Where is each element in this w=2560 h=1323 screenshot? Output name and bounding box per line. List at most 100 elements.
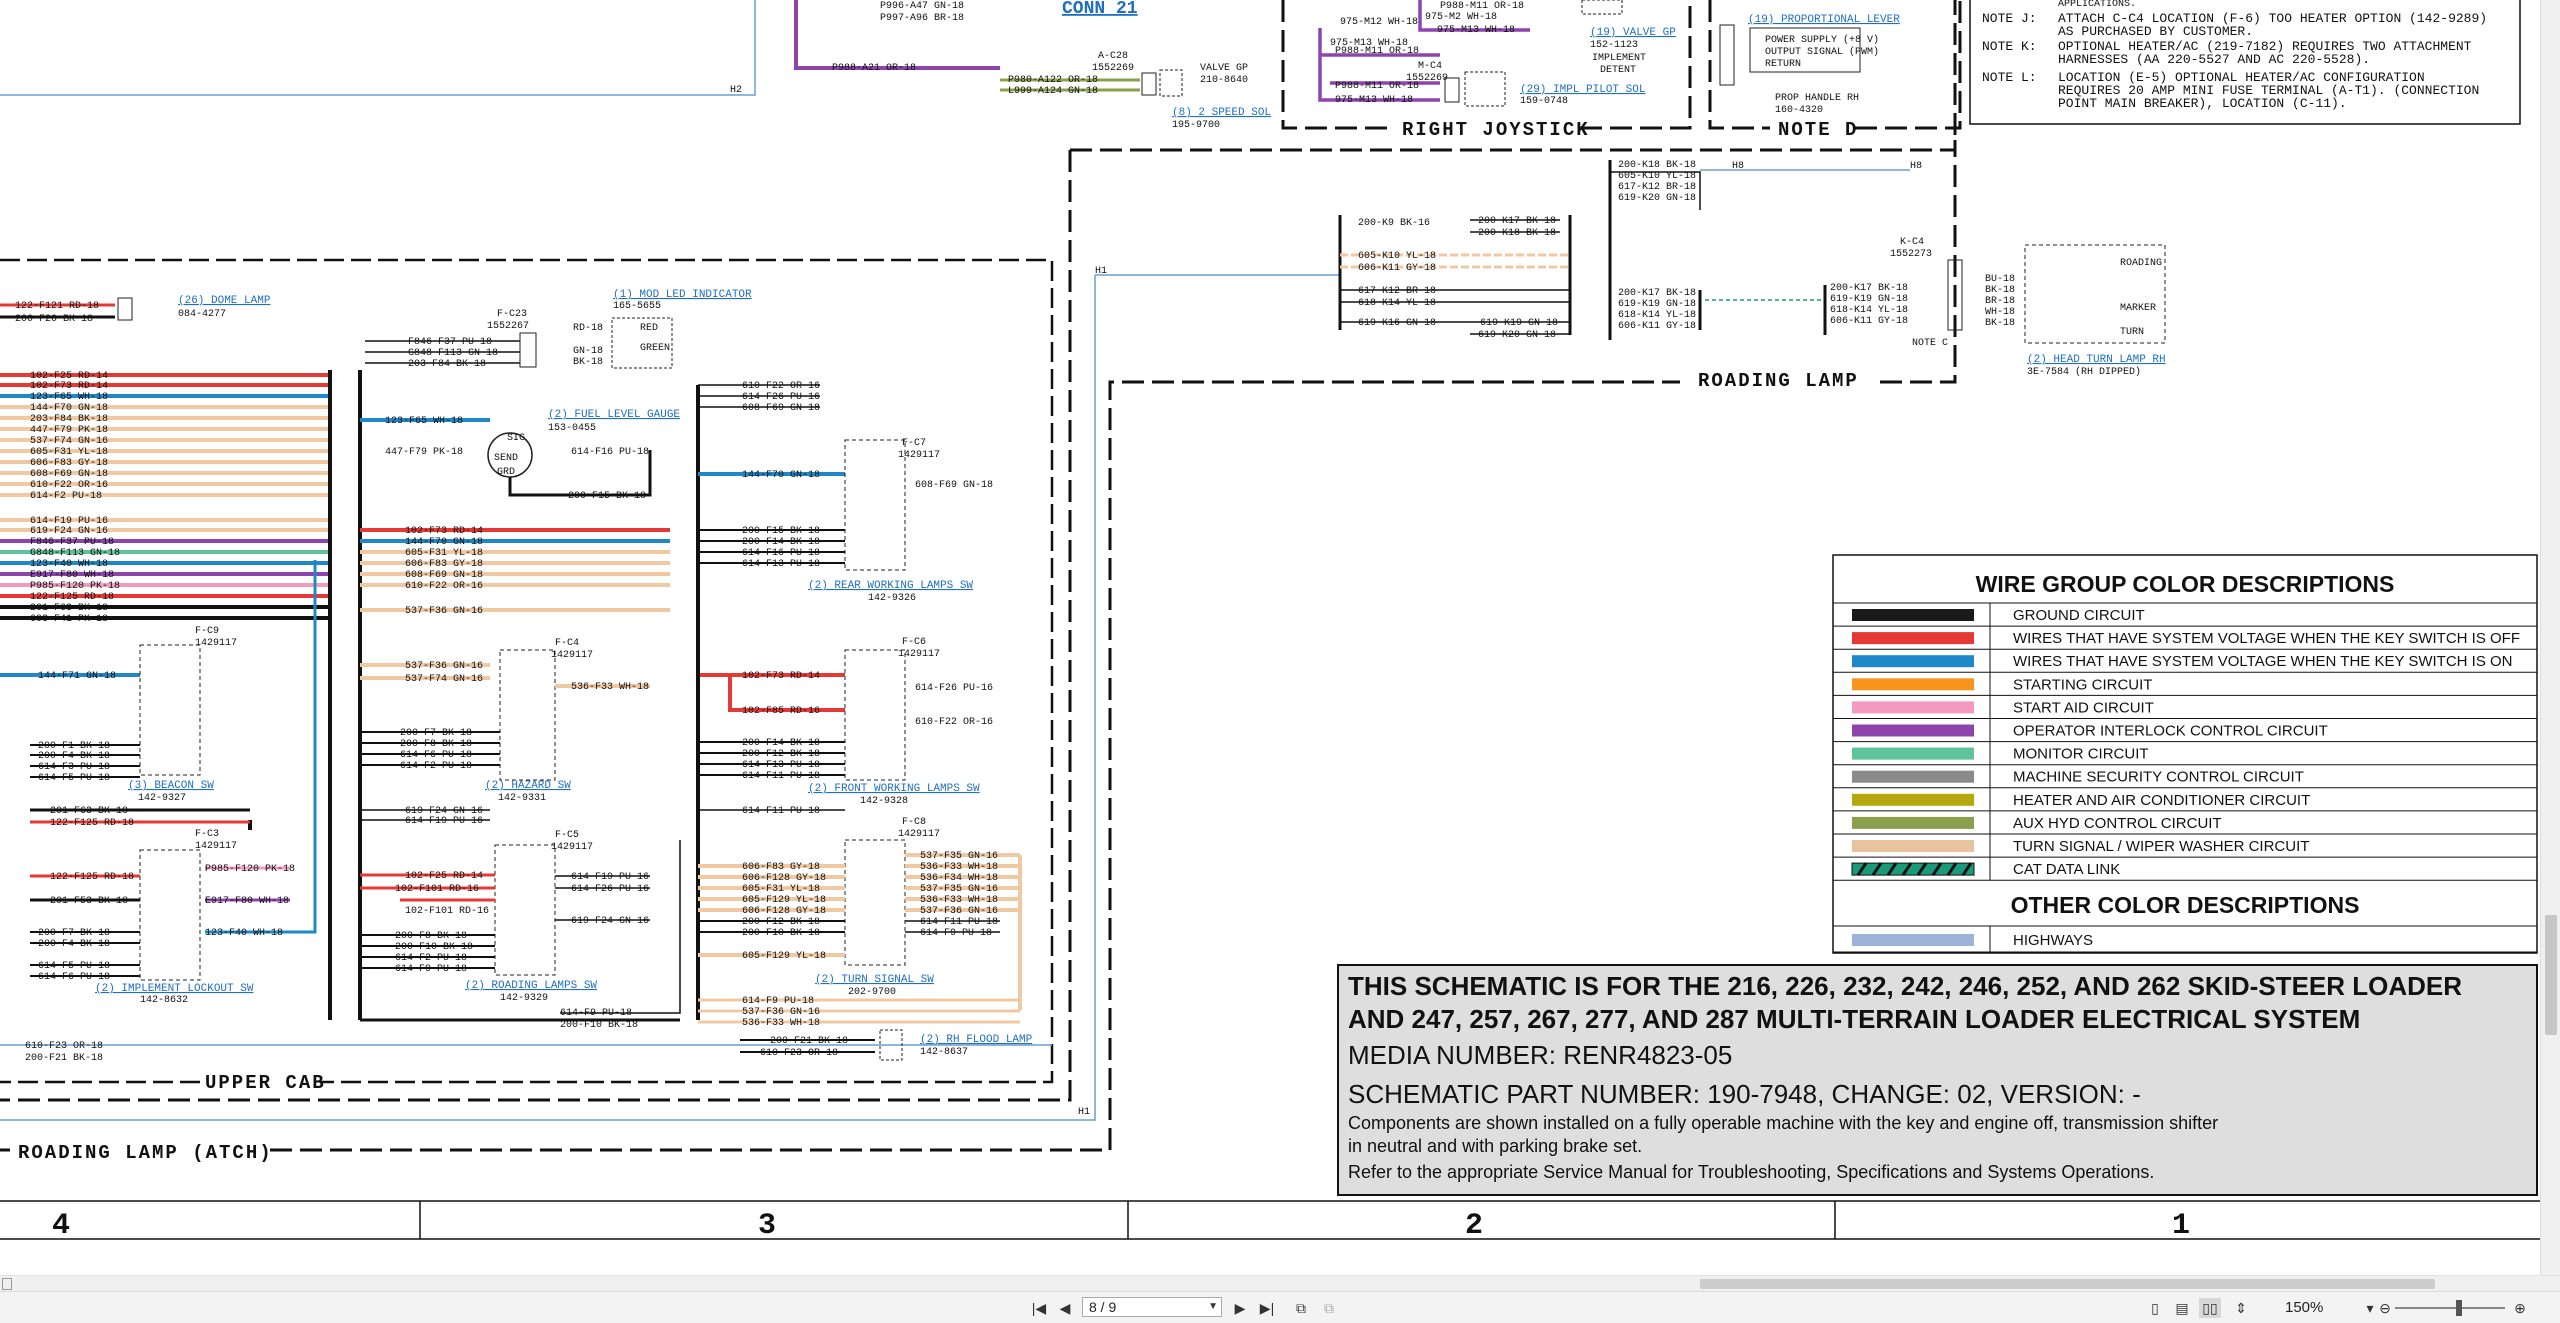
svg-text:537-F36 GN-16: 537-F36 GN-16 xyxy=(405,661,483,672)
harness-h2-mark: H2 xyxy=(730,85,742,96)
svg-text:F-C6: F-C6 xyxy=(902,637,926,648)
svg-text:(2) HEAD TURN LAMP RH: (2) HEAD TURN LAMP RH xyxy=(2027,354,2166,366)
svg-text:200-K18 BK-18: 200-K18 BK-18 xyxy=(1618,160,1696,171)
svg-text:203-F84 BK-18: 203-F84 BK-18 xyxy=(30,414,108,425)
svg-text:200-F7 BK-18: 200-F7 BK-18 xyxy=(400,728,472,739)
svg-text:1429117: 1429117 xyxy=(898,649,940,660)
title-line-1: THIS SCHEMATIC IS FOR THE 216, 226, 232,… xyxy=(1348,971,2462,1001)
legend-swatch xyxy=(1852,747,1974,760)
svg-text:(2) FRONT WORKING LAMPS SW: (2) FRONT WORKING LAMPS SW xyxy=(808,783,980,795)
page-number-value: 8 / 9 xyxy=(1089,1299,1117,1315)
svg-text:200-F12 BK-18: 200-F12 BK-18 xyxy=(742,917,820,928)
svg-text:614-F9 PU-18: 614-F9 PU-18 xyxy=(920,928,992,939)
svg-text:614-F2 PU-18: 614-F2 PU-18 xyxy=(30,491,102,502)
zoom-out-icon[interactable]: ⊖ xyxy=(2375,1298,2395,1318)
other-legend-title: OTHER COLOR DESCRIPTIONS xyxy=(2011,892,2360,918)
vertical-scroll-thumb[interactable] xyxy=(2545,915,2557,1035)
previous-page-icon[interactable]: ◀ xyxy=(1055,1298,1075,1318)
first-page-icon[interactable]: |◀ xyxy=(1028,1298,1050,1318)
svg-text:152-1123: 152-1123 xyxy=(1590,40,1638,51)
svg-text:200-F21 BK-18: 200-F21 BK-18 xyxy=(25,1053,103,1064)
svg-text:RED: RED xyxy=(640,323,658,334)
svg-text:610-F23 OR-18: 610-F23 OR-18 xyxy=(25,1041,103,1052)
svg-text:GRD: GRD xyxy=(497,467,515,478)
two-page-view-icon[interactable]: ▯▯ xyxy=(2199,1298,2221,1318)
svg-text:975-M12 WH-18: 975-M12 WH-18 xyxy=(1340,17,1418,28)
svg-text:608-F69 GN-18: 608-F69 GN-18 xyxy=(742,403,820,414)
svg-text:610-F23 OR-18: 610-F23 OR-18 xyxy=(760,1048,838,1059)
svg-text:610-F22 OR-16: 610-F22 OR-16 xyxy=(915,717,993,728)
svg-text:619-K19 GN-18: 619-K19 GN-18 xyxy=(1480,318,1558,329)
svg-text:142-9326: 142-9326 xyxy=(868,593,916,604)
copy-icon[interactable]: ⧉ xyxy=(1290,1298,1312,1318)
svg-text:200-F15 BK-18: 200-F15 BK-18 xyxy=(742,526,820,537)
svg-text:614-F26 PU-16: 614-F26 PU-16 xyxy=(571,884,649,895)
svg-text:537-F35 GN-16: 537-F35 GN-16 xyxy=(920,884,998,895)
svg-text:606-K11 GY-18: 606-K11 GY-18 xyxy=(1618,321,1696,332)
svg-text:H1: H1 xyxy=(1095,266,1107,277)
svg-text:618-K14 YL-18: 618-K14 YL-18 xyxy=(1618,310,1696,321)
scroll-mode-icon[interactable]: ⇕ xyxy=(2230,1298,2252,1318)
document-viewport[interactable]: H2 P996-A47 GN-18 P997-A96 BR-18 P988-A2… xyxy=(0,0,2560,1275)
last-page-icon[interactable]: ▶| xyxy=(1256,1298,1278,1318)
svg-text:OUTPUT SIGNAL (PWM): OUTPUT SIGNAL (PWM) xyxy=(1765,46,1879,58)
horizontal-scroll-thumb[interactable] xyxy=(1700,1279,2435,1289)
svg-text:619-F24 GN-16: 619-F24 GN-16 xyxy=(30,526,108,537)
svg-text:203-F84 BK-18: 203-F84 BK-18 xyxy=(408,359,486,370)
svg-text:165-5655: 165-5655 xyxy=(613,301,661,312)
svg-text:DETENT: DETENT xyxy=(1600,65,1636,76)
svg-text:1429117: 1429117 xyxy=(898,450,940,461)
page-number-input[interactable]: 8 / 9 ▼ xyxy=(1082,1297,1222,1317)
svg-text:1429117: 1429117 xyxy=(551,842,593,853)
svg-text:102-F85 RD-16: 102-F85 RD-16 xyxy=(742,706,820,717)
svg-text:201-F63 BK-18: 201-F63 BK-18 xyxy=(30,603,108,614)
desc-line-2: in neutral and with parking brake set. xyxy=(1348,1136,1642,1156)
zoom-in-icon[interactable]: ⊕ xyxy=(2510,1298,2530,1318)
single-page-view-icon[interactable]: ▯ xyxy=(2145,1298,2165,1318)
svg-text:614-F11 PU-18: 614-F11 PU-18 xyxy=(920,917,998,928)
svg-text:P988-M11 OR-18: P988-M11 OR-18 xyxy=(1440,1,1524,12)
svg-text:F-C4: F-C4 xyxy=(555,638,579,649)
svg-text:POINT MAIN BREAKER), LOCATION: POINT MAIN BREAKER), LOCATION (C-11). xyxy=(2058,96,2347,111)
two-speed-sol: A-C28 1552269 P980-A122 OR-18 L999-A124 … xyxy=(1000,51,1271,131)
zoom-level[interactable]: 150% xyxy=(2285,1298,2355,1318)
svg-text:614-F19 PU-16: 614-F19 PU-16 xyxy=(405,816,483,827)
svg-text:102-F73 RD-14: 102-F73 RD-14 xyxy=(405,526,483,537)
svg-text:F-C5: F-C5 xyxy=(555,830,579,841)
svg-text:SEND: SEND xyxy=(494,453,518,464)
legend-label: START AID CIRCUIT xyxy=(2013,699,2154,716)
continuous-view-icon[interactable]: ▤ xyxy=(2172,1298,2192,1318)
svg-text:536-F33 WH-18: 536-F33 WH-18 xyxy=(742,1018,820,1029)
legend-label: MONITOR CIRCUIT xyxy=(2013,746,2149,763)
svg-text:200-K17 BK-18: 200-K17 BK-18 xyxy=(1618,288,1696,299)
vertical-scrollbar[interactable] xyxy=(2540,0,2560,1275)
desc-line-1: Components are shown installed on a full… xyxy=(1348,1113,2218,1133)
svg-text:614-F19 PU-16: 614-F19 PU-16 xyxy=(571,872,649,883)
svg-text:F-C3: F-C3 xyxy=(195,829,219,840)
svg-text:M-C4: M-C4 xyxy=(1418,61,1442,72)
svg-text:200-F15 BK-18: 200-F15 BK-18 xyxy=(568,491,646,502)
svg-text:POWER SUPPLY (+8 V): POWER SUPPLY (+8 V) xyxy=(1765,34,1879,46)
svg-text:614-F13 PU-18: 614-F13 PU-18 xyxy=(742,559,820,570)
roading-lamp-atch-frame xyxy=(0,150,1072,1102)
svg-text:ROADING LAMP: ROADING LAMP xyxy=(1698,370,1859,392)
scroll-left-icon[interactable] xyxy=(2,1278,12,1290)
svg-text:UPPER CAB: UPPER CAB xyxy=(205,1072,326,1094)
zoom-slider[interactable] xyxy=(2395,1307,2505,1309)
svg-text:614-F26 PU-16: 614-F26 PU-16 xyxy=(915,683,993,694)
legend-title: WIRE GROUP COLOR DESCRIPTIONS xyxy=(1976,571,2395,597)
svg-text:610-F22 OR-16: 610-F22 OR-16 xyxy=(405,581,483,592)
svg-text:102-F73 RD-14: 102-F73 RD-14 xyxy=(742,671,820,682)
next-page-icon[interactable]: ▶ xyxy=(1230,1298,1250,1318)
svg-text:P996-A47 GN-18: P996-A47 GN-18 xyxy=(880,1,964,12)
zoom-slider-handle[interactable] xyxy=(2456,1300,2462,1316)
svg-text:619-K16 GN-18: 619-K16 GN-18 xyxy=(1358,318,1436,329)
horizontal-scrollbar[interactable] xyxy=(0,1275,2560,1292)
svg-text:614-F13 PU-18: 614-F13 PU-18 xyxy=(742,760,820,771)
paste-icon[interactable]: ⧉ xyxy=(1318,1298,1340,1318)
svg-text:614-F6 PU-18: 614-F6 PU-18 xyxy=(38,972,110,983)
svg-text:201-F63 BK-18: 201-F63 BK-18 xyxy=(50,806,128,817)
svg-text:1552267: 1552267 xyxy=(487,321,529,332)
svg-text:MARKER: MARKER xyxy=(2120,303,2156,314)
legend-swatch xyxy=(1852,655,1974,668)
